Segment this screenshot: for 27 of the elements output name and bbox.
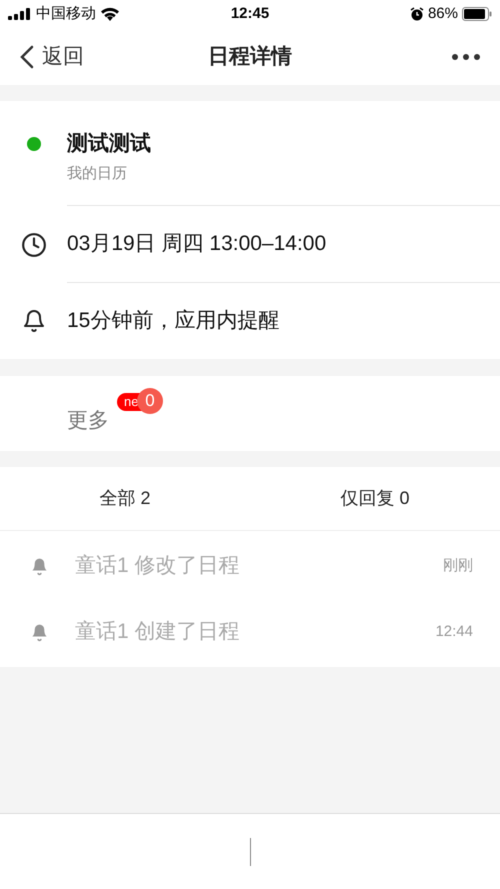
bell-icon [30,556,49,576]
battery-icon [462,7,492,21]
alarm-clock-icon [410,7,424,21]
event-time: 03月19日 周四 13:00–14:00 [67,231,326,258]
battery-percent: 86% [428,4,458,24]
page-title: 日程详情 [208,44,292,70]
activity-time: 12:44 [435,622,473,642]
bell-icon [22,309,46,333]
back-button[interactable]: 返回 [20,40,84,72]
count-badge: 0 [137,388,163,414]
filter-tab[interactable]: 仅回复 0 [250,467,500,530]
event-title: 测试测试 [67,131,152,157]
more-label: 更多 [67,408,109,434]
more-row[interactable]: 更多 ne 0 [0,376,500,451]
activity-time: 刚刚 [443,556,473,576]
chevron-left-icon [20,44,34,68]
status-time: 12:45 [230,4,270,24]
carrier-name: 中国移动 [36,4,96,24]
activity-text: 童话1 创建了日程 [75,619,241,646]
event-reminder: 15分钟前，应用内提醒 [67,308,280,334]
clock-icon [20,232,46,258]
wifi-icon [100,7,120,21]
filter-tab[interactable]: 全部 2 [0,467,250,530]
calendar-name: 我的日历 [67,164,128,184]
signal-icon [8,8,32,20]
bell-icon [30,622,49,642]
activity-text: 童话1 修改了日程 [75,553,241,580]
